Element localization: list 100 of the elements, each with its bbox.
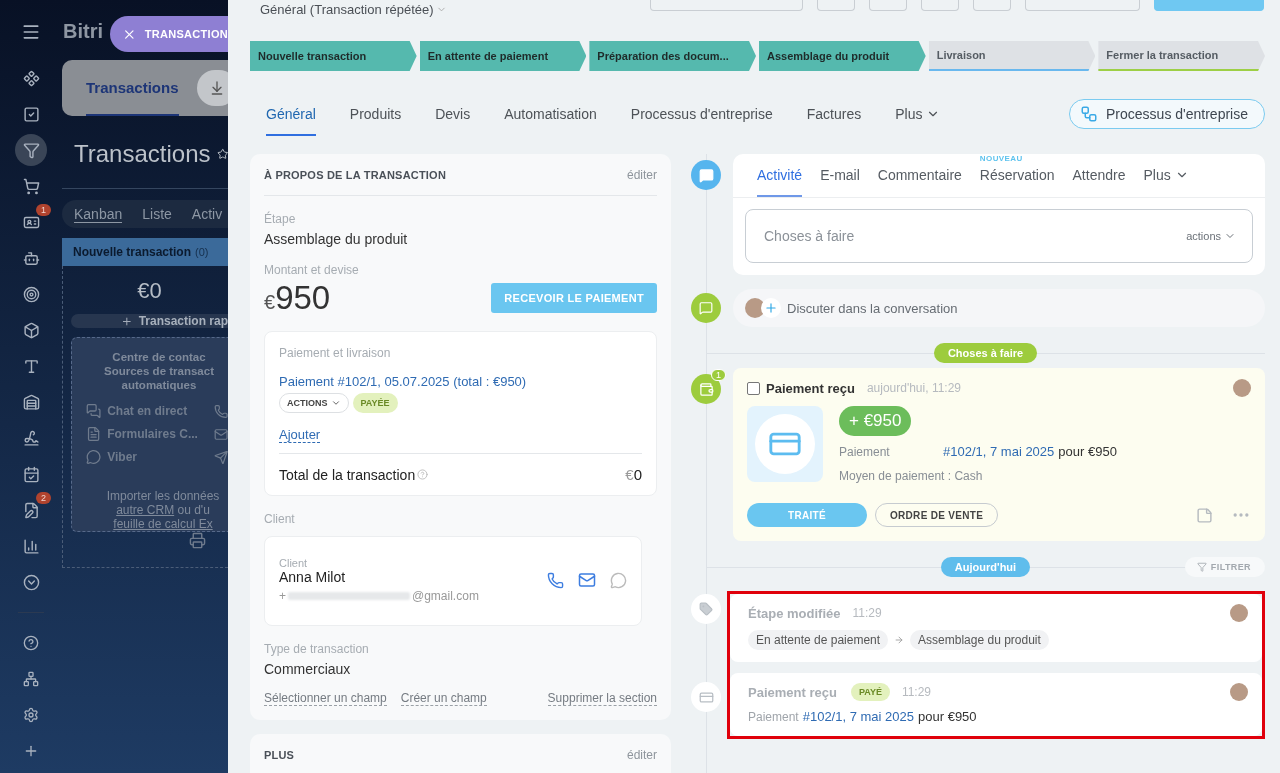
field-label: Montant et devise [264,263,360,277]
logo-text: Bitri [63,20,103,42]
stage-step[interactable]: Nouvelle transaction [250,41,417,71]
stage-step[interactable]: Fermer la transaction [1098,41,1266,71]
view-tab[interactable]: Liste [142,205,172,223]
count-badge: 1 [711,369,726,381]
payment-link[interactable]: #102/1, 7 mai 2025 [802,709,914,724]
section-divider-label: Choses à faire [933,343,1038,363]
crm-link[interactable]: autre CRM [116,503,175,517]
column-title: Nouvelle transaction [73,245,192,259]
signature-icon [22,429,40,447]
target-icon [22,285,40,303]
history-time: 11:29 [901,685,932,699]
stage-chip: En attente de paiement [748,630,889,650]
tab[interactable]: Produits [349,92,402,136]
payment-label: Paiement [839,445,891,459]
quick-add-button[interactable]: Transaction rap [71,314,228,328]
edit-link[interactable]: éditer [626,747,657,762]
avatar [1230,683,1248,701]
payment-label: Paiement [748,710,799,724]
stage-chip: Assemblage du produit [910,630,1049,650]
field-value: Commerciaux [264,661,352,677]
add-link[interactable]: Ajouter [279,427,321,443]
stage-step[interactable]: Livraison [928,41,1096,71]
letter-icon [22,357,40,375]
sidebar-item[interactable] [15,134,47,166]
label-text: TRANSACTION [144,28,228,40]
tab[interactable]: Devis [435,92,471,136]
phone-icon[interactable] [547,571,564,589]
more-tab[interactable]: Plus [895,92,941,136]
history-title: Étape modifiée [748,605,841,621]
spreadsheet-link[interactable]: feuille de calcul Ex [113,517,213,531]
email-text: @gmail.com [412,589,479,603]
payment-amount: pour €950 [1058,444,1117,459]
composer-tab[interactable]: Activité [757,167,803,197]
tab[interactable]: Factures [806,92,862,136]
history-time: 11:29 [852,606,882,620]
caret-icon [330,398,341,408]
payment-link[interactable]: Paiement #102/1, 05.07.2025 (total : €950) [279,374,527,389]
payment-link[interactable]: #102/1, 7 mai 2025 [943,444,1055,459]
more-tab[interactable]: Plus [1143,167,1189,197]
chat-bubble-icon [699,301,713,315]
tab[interactable]: Général [266,92,316,136]
printer-icon[interactable] [189,532,206,549]
tab[interactable]: Automatisation [504,92,597,136]
status-badge: PAYÉ [850,683,890,701]
stage-step[interactable]: Préparation des docum... [589,41,756,71]
count-badge: 2 [36,492,51,504]
composer-tab[interactable]: Attendre [1072,167,1126,197]
composer-tab[interactable]: E-mail [820,167,860,197]
import-text: ou d'u [177,503,210,517]
todo-field[interactable]: Choses à faire actions [745,209,1253,263]
avatar [1230,604,1248,622]
payment-amount: pour €950 [918,709,977,724]
phone-icon [213,403,228,419]
chat-bar[interactable]: Discuter dans la conversation [733,289,1265,327]
category-select[interactable]: Général (Transaction répétée) [260,2,447,17]
composer-tab[interactable]: Commentaire [877,167,962,197]
stage-step[interactable]: Assemblage du produit [759,41,926,71]
payment-method: Moyen de paiement : Cash [839,469,983,483]
import-text: Importer les données [105,489,221,503]
filter-icon [22,141,40,159]
warehouse-icon [22,393,40,411]
settings-icon[interactable] [23,707,39,723]
field-action-link[interactable]: Sélectionner un champ [264,691,387,706]
tab[interactable]: Processus d'entreprise [630,92,773,136]
edit-link[interactable]: éditer [626,167,657,182]
mail-icon[interactable] [578,571,596,589]
tab[interactable]: Transactions [86,60,179,116]
amount-bubble: + €950 [839,406,912,436]
view-tab[interactable]: Activ [191,205,223,223]
arrow-icon [894,635,905,645]
column-total: €0 [136,277,163,305]
import-button[interactable] [196,70,228,106]
view-tab[interactable]: Kanban [74,205,123,223]
help-icon[interactable] [23,635,39,651]
field-action-link[interactable]: Supprimer la section [547,691,657,706]
section-divider-label: Aujourd'hui [940,557,1031,577]
field-label: Client [279,557,309,569]
status-badge: PAYÉE [352,393,398,413]
checkbox[interactable] [747,381,760,395]
plus-icon [761,298,781,318]
process-button[interactable]: Processus d'entreprise [1069,99,1265,129]
activity-title: Paiement reçu [766,380,855,396]
empty-text: Sources de transact [103,364,215,378]
credit-card-icon [698,689,714,705]
checkbox-icon [22,105,40,123]
robot-icon [22,249,40,267]
field-label: Étape [264,212,297,226]
chat-bubbles-icon [86,403,102,419]
section-title: À PROPOS DE LA TRANSACTION [264,168,447,181]
actions-dropdown[interactable]: actions [1186,230,1236,242]
menu-icon[interactable] [21,22,41,42]
network-icon[interactable] [23,671,39,687]
field-action-link[interactable]: Créer un champ [400,691,487,706]
client-name[interactable]: Anna Milot [279,569,547,585]
count-badge: 1 [36,204,51,216]
stage-step[interactable]: En attente de paiement [419,41,587,71]
empty-text: Centre de contac [111,350,207,364]
plus-icon[interactable] [23,743,39,759]
